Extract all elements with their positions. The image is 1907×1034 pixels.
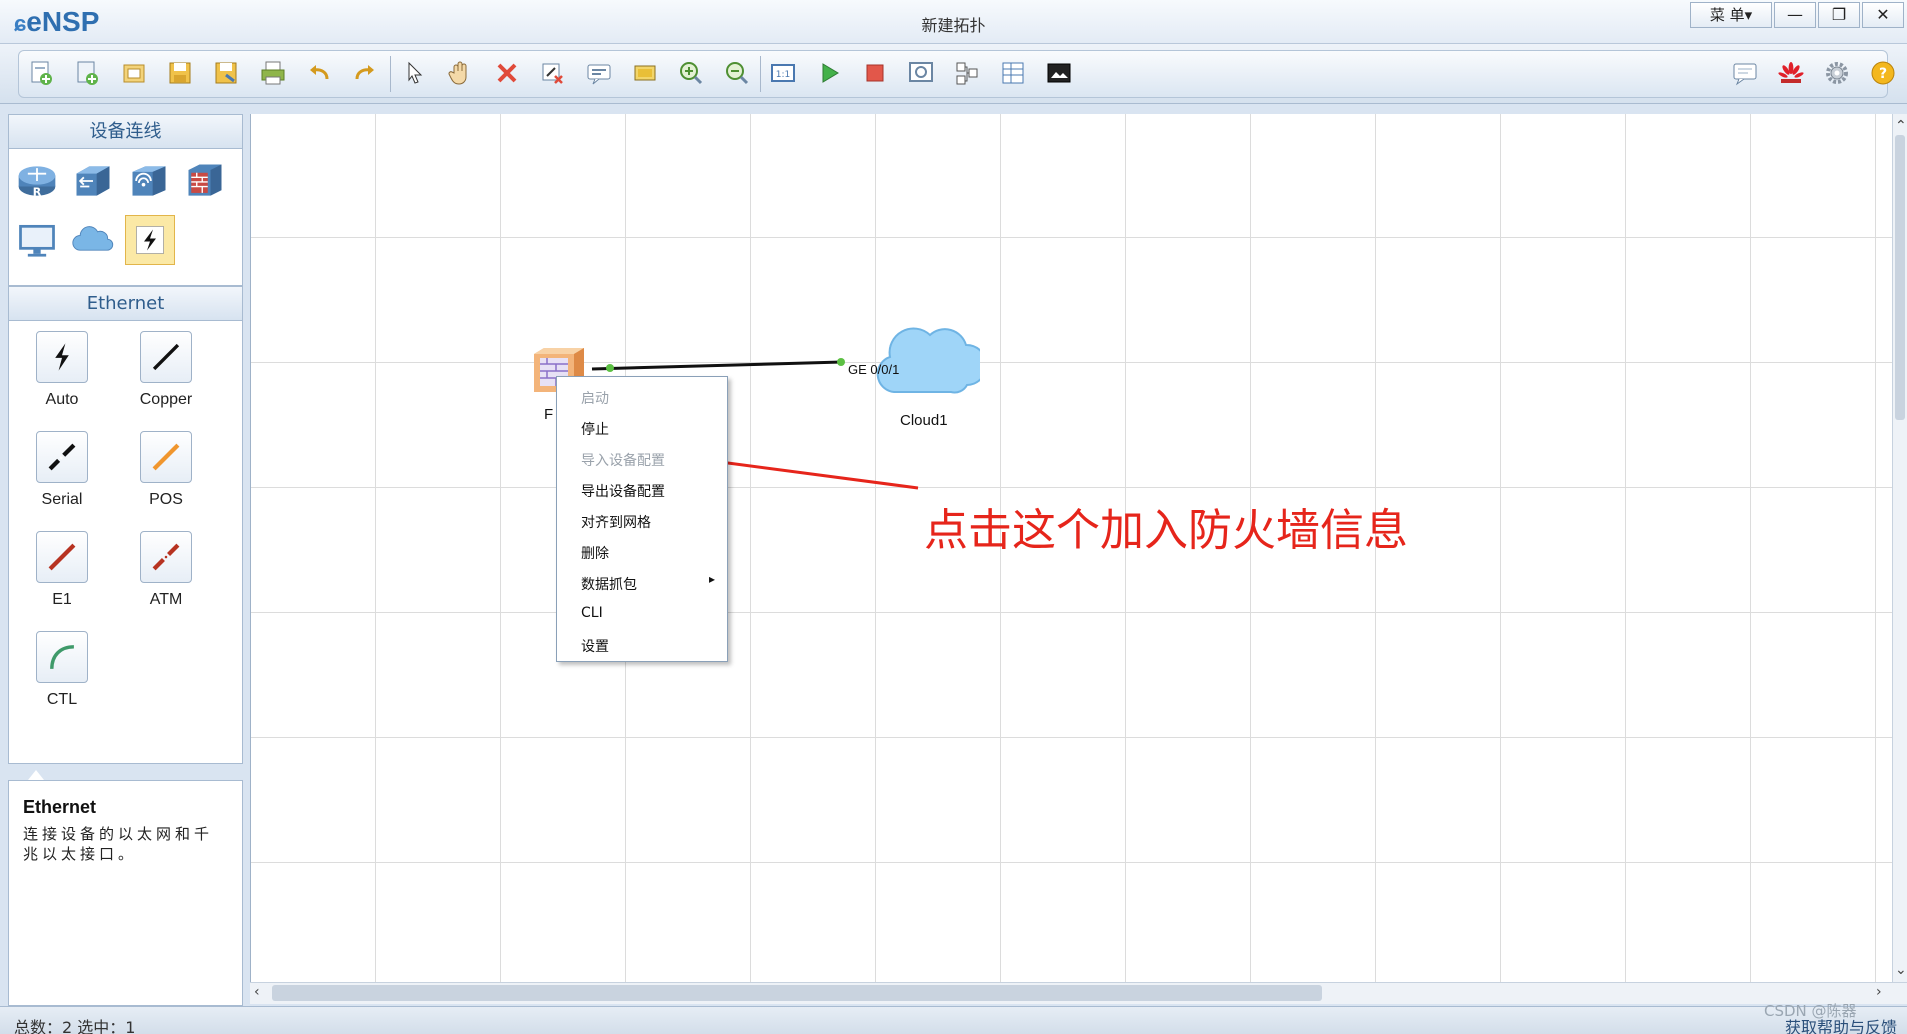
submenu-arrow-icon: ▸ [709, 572, 716, 586]
menu-item-start[interactable]: 启动 [581, 388, 609, 408]
cloud-port-label: GE 0/0/1 [848, 362, 900, 377]
cloud-device-icon[interactable] [872, 312, 988, 402]
menu-item-delete[interactable]: 删除 [581, 543, 609, 563]
scroll-left-icon[interactable]: ‹ [254, 984, 260, 1000]
menu-item-settings[interactable]: 设置 [581, 636, 609, 656]
firewall-label: F [544, 406, 554, 423]
horizontal-scroll-thumb[interactable] [272, 985, 1322, 1001]
status-count: 总数：2 选中：1 [14, 1018, 136, 1034]
status-bar [0, 1006, 1907, 1034]
menu-item-stop[interactable]: 停止 [581, 419, 609, 439]
scroll-down-icon[interactable]: ⌄ [1895, 962, 1907, 978]
menu-item-import-config[interactable]: 导入设备配置 [581, 450, 665, 470]
link-port-dot-cloud [837, 358, 845, 366]
context-menu: 启动 停止 导入设备配置 导出设备配置 对齐到网格 删除 数据抓包 ▸ CLI … [556, 376, 728, 662]
ethernet-link [591, 360, 843, 371]
menu-item-export-config[interactable]: 导出设备配置 [581, 481, 665, 501]
menu-item-packet-capture[interactable]: 数据抓包 [581, 574, 637, 594]
cloud-label: Cloud1 [900, 412, 948, 429]
link-port-dot-firewall [606, 364, 614, 372]
scroll-up-icon[interactable]: ⌃ [1895, 118, 1907, 134]
watermark: CSDN @陈器 [1764, 1002, 1857, 1020]
menu-item-align-grid[interactable]: 对齐到网格 [581, 512, 651, 532]
scroll-right-icon[interactable]: › [1876, 984, 1882, 1000]
vertical-scroll-thumb[interactable] [1895, 135, 1905, 420]
annotation-text: 点击这个加入防火墙信息 [924, 505, 1408, 556]
menu-item-cli[interactable]: CLI [581, 605, 603, 621]
